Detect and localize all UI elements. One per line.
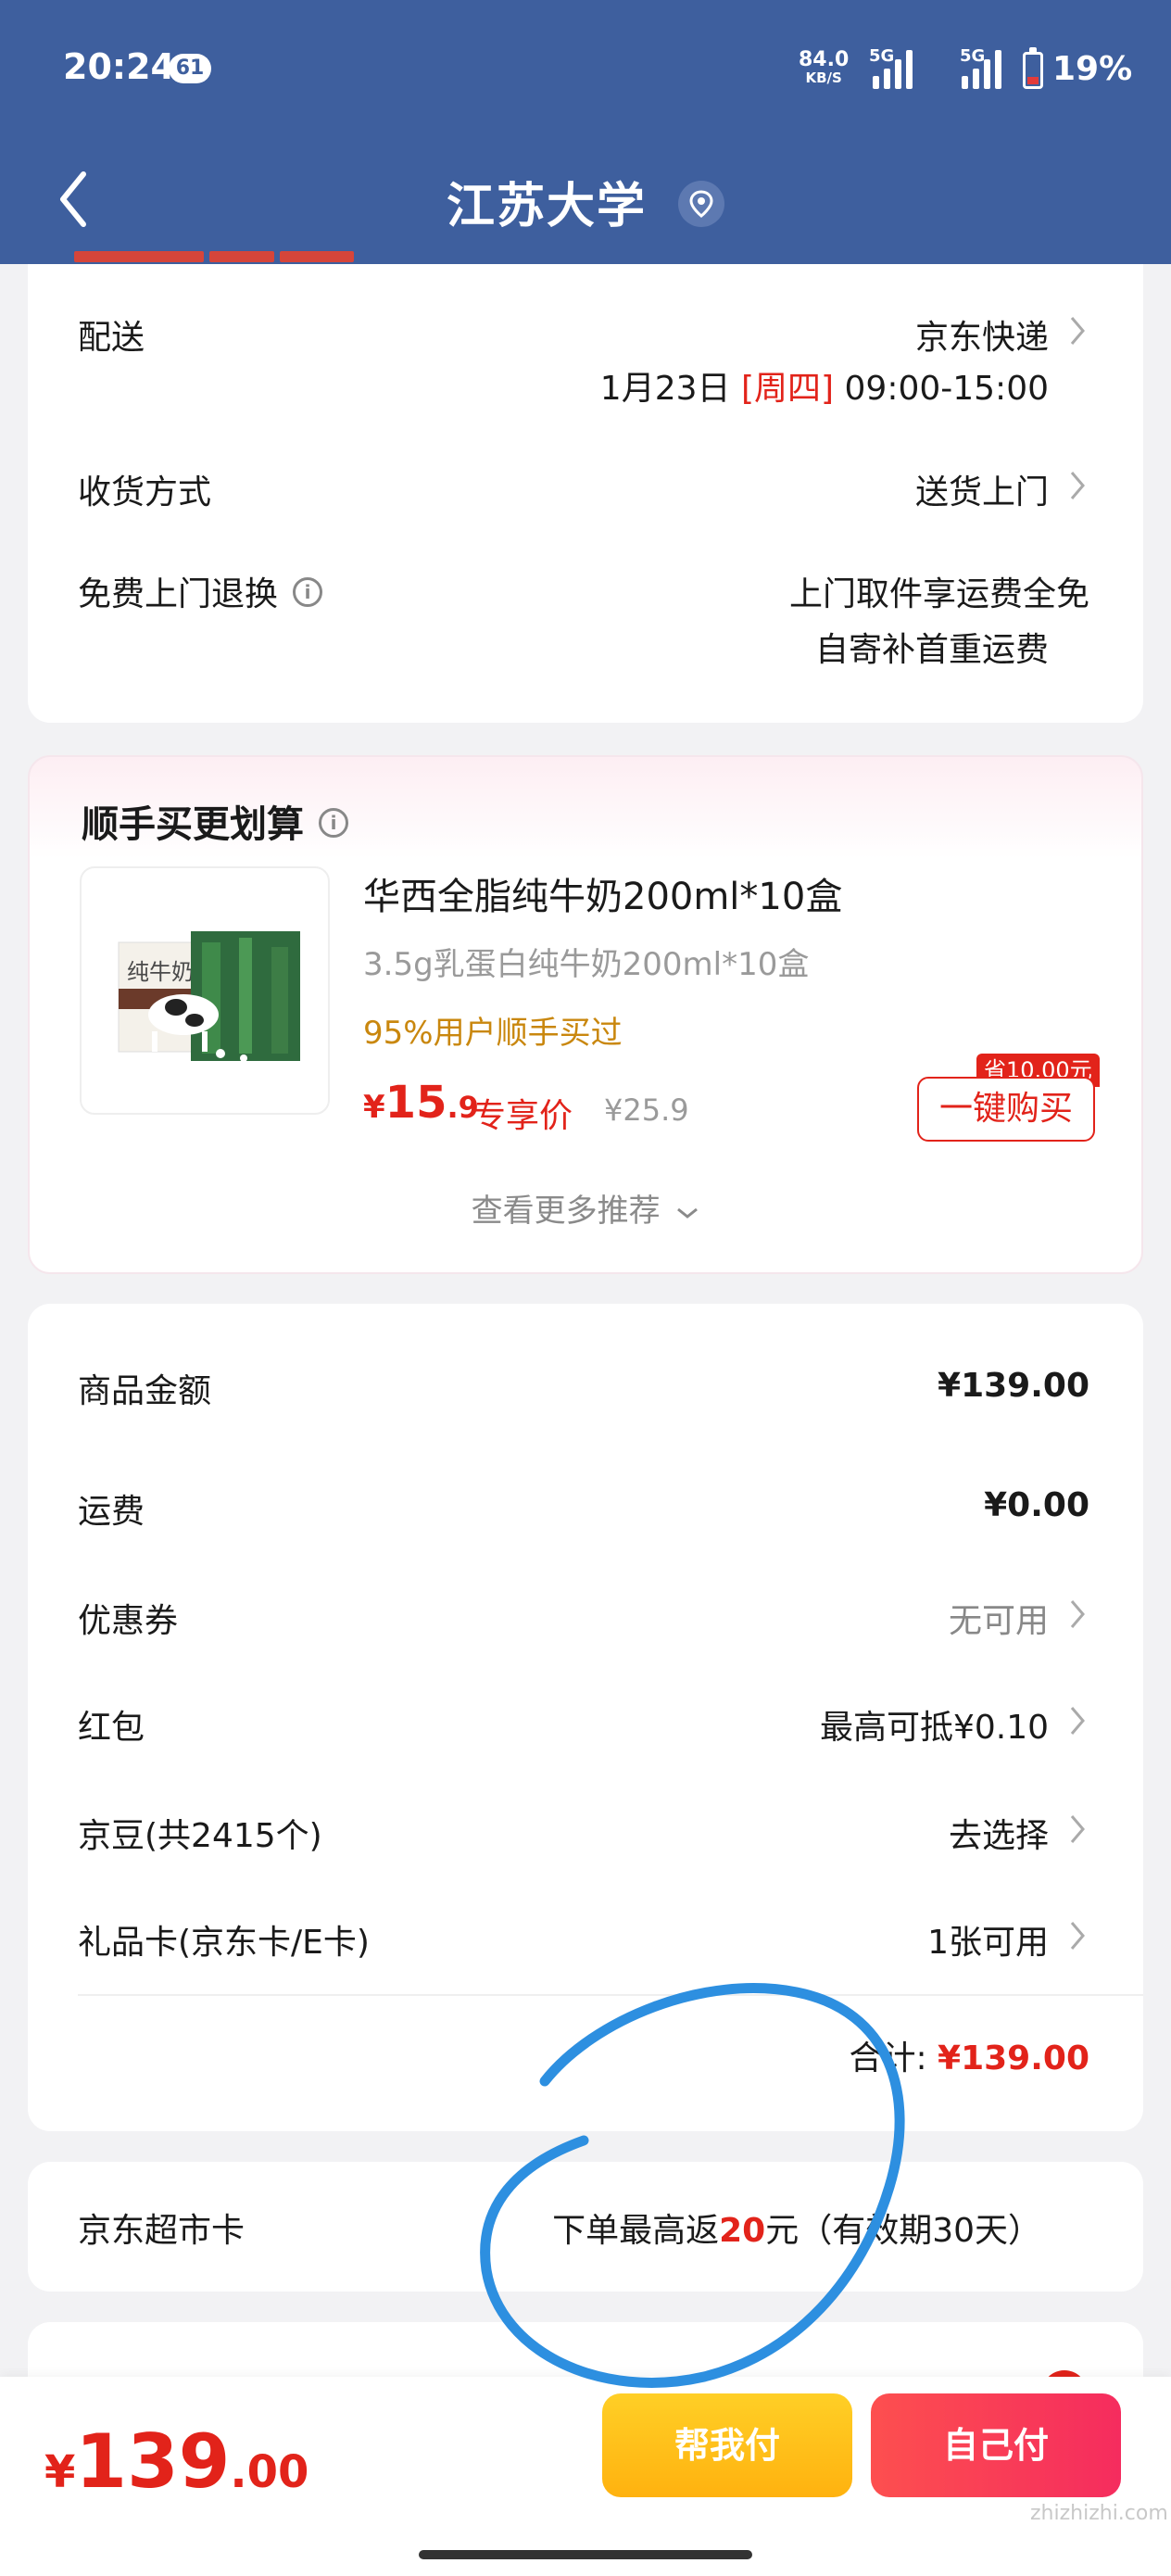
jingdou-value[interactable]: 去选择 [949, 1809, 1049, 1857]
coupon-label: 优惠券 [78, 1602, 179, 1640]
see-more-text: 查看更多推荐 [471, 1193, 661, 1230]
red-packet-value[interactable]: 最高可抵¥0.10 [820, 1700, 1049, 1749]
delivery-card: 配送 京东快递 1月23日 [周四] 09:00-15:00 收货方式 送货上门… [28, 241, 1143, 723]
location-pin-icon[interactable] [678, 181, 725, 227]
net-speed-unit: KB/S [805, 69, 842, 86]
delivery-date: 1月23日 [周四] 09:00-15:00 [600, 361, 1049, 410]
price-currency: ¥ [363, 1089, 385, 1126]
product-price: ¥15.9 [363, 1077, 479, 1129]
pay-myself-button[interactable]: 自己付 [871, 2393, 1121, 2497]
status-bar: 20:24 61 84.0 KB/S 5G 5G 19% [0, 0, 1171, 139]
help-me-pay-button[interactable]: 帮我付 [602, 2393, 852, 2497]
amounts-card: 商品金额 ¥139.00 运费 ¥0.00 优惠券 无可用 红包 最高可抵¥0.… [28, 1304, 1143, 2131]
recommend-title: 顺手买更划算 i [82, 794, 348, 848]
battery-icon [1023, 47, 1043, 89]
one-click-buy-button[interactable]: 一键购买 [917, 1077, 1095, 1142]
jingdou-label: 京豆(共2415个) [78, 1817, 322, 1855]
supermarket-card[interactable]: 京东超市卡 下单最高返20元（有效期30天） [28, 2162, 1143, 2292]
battery-percent: 19% [1052, 50, 1133, 88]
sum-row: 合计: ¥139.00 [849, 2031, 1089, 2079]
net-speed-value: 84.0 [799, 48, 850, 71]
delivery-date-time: 09:00-15:00 [844, 370, 1049, 408]
price-integer: 15 [384, 1077, 447, 1129]
status-time: 20:24 [63, 46, 175, 87]
receive-method-value[interactable]: 送货上门 [915, 465, 1049, 513]
signal-1-icon: 5G [869, 46, 925, 89]
freight-label: 运费 [78, 1493, 145, 1531]
chevron-right-icon[interactable] [1069, 1920, 1086, 1951]
chevron-right-icon[interactable] [1069, 315, 1086, 347]
free-return-label: 免费上门退换 [78, 575, 279, 613]
network-speed: 84.0 KB/S [799, 48, 850, 86]
sum-value: ¥139.00 [938, 2039, 1089, 2077]
freight-value: ¥0.00 [984, 1486, 1089, 1524]
free-return-line1: 上门取件享运费全免 [788, 575, 1089, 613]
divider [78, 1994, 1143, 1996]
receive-method-label: 收货方式 [78, 474, 212, 511]
recommend-card: 顺手买更划算 i 纯牛奶 华西全脂纯牛奶200ml*10盒 3.5g乳蛋白纯牛奶2… [28, 755, 1143, 1274]
supermarket-card-label: 京东超市卡 [78, 2212, 246, 2250]
product-name[interactable]: 华西全脂纯牛奶200ml*10盒 [363, 866, 842, 920]
exclusive-price-label: 专享价 [472, 1097, 573, 1135]
info-icon[interactable]: i [293, 577, 323, 607]
notification-badge: 61 [169, 54, 211, 83]
home-indicator[interactable] [419, 2550, 752, 2559]
top-bar: 20:24 61 84.0 KB/S 5G 5G 19% 江苏大学 [0, 0, 1171, 264]
signal-2-label: 5G [960, 46, 986, 66]
total-currency: ¥ [44, 2446, 76, 2498]
goods-amount-label: 商品金额 [78, 1372, 212, 1410]
red-packet-label: 红包 [78, 1709, 145, 1747]
chevron-down-icon [677, 1207, 699, 1219]
rebate-prefix: 下单最高返 [552, 2212, 720, 2250]
delivery-date-weekday: [周四] [740, 370, 835, 408]
coupon-value[interactable]: 无可用 [949, 1594, 1049, 1642]
total-price: ¥139.00 [44, 2418, 308, 2505]
product-box-label: 纯牛奶 [127, 959, 194, 985]
chevron-right-icon[interactable] [1069, 1813, 1086, 1845]
signal-2-icon: 5G [952, 46, 1010, 89]
info-icon[interactable]: i [319, 808, 348, 838]
gift-card-value[interactable]: 1张可用 [927, 1915, 1049, 1964]
page-title[interactable]: 江苏大学 [0, 167, 1171, 236]
bottom-bar: ¥139.00 帮我付 自己付 [0, 2377, 1171, 2576]
signal-1-label: 5G [869, 46, 895, 66]
sum-label: 合计: [849, 2039, 927, 2077]
free-return-label-wrap: 免费上门退换 i [78, 567, 323, 615]
shipping-label: 配送 [78, 319, 145, 357]
chevron-right-icon[interactable] [1069, 1598, 1086, 1630]
gift-card-label: 礼品卡(京东卡/E卡) [78, 1924, 370, 1962]
watermark: zhizhizhi.com [1030, 2502, 1168, 2525]
original-price: ¥25.9 [604, 1092, 689, 1128]
rebate-suffix: 元（有效期30天） [765, 2212, 1041, 2250]
clipped-text-fragment [74, 248, 380, 262]
supermarket-card-value: 下单最高返20元（有效期30天） [552, 2203, 1041, 2252]
delivery-date-day: 1月23日 [599, 370, 731, 408]
recommend-title-text: 顺手买更划算 [82, 803, 304, 846]
total-decimal: .00 [230, 2446, 309, 2498]
product-thumbnail[interactable]: 纯牛奶 [80, 866, 330, 1115]
shipping-value[interactable]: 京东快递 [915, 310, 1049, 359]
total-integer: 139 [75, 2418, 231, 2505]
goods-amount-value: ¥139.00 [938, 1367, 1089, 1405]
chevron-right-icon[interactable] [1069, 470, 1086, 501]
rebate-amount: 20 [719, 2212, 766, 2250]
page-title-text: 江苏大学 [446, 179, 647, 234]
see-more-link[interactable]: 查看更多推荐 [30, 1185, 1141, 1231]
product-tag: 95%用户顺手买过 [363, 1015, 623, 1052]
product-subtitle: 3.5g乳蛋白纯牛奶200ml*10盒 [363, 946, 810, 983]
free-return-line2: 自寄补首重运费 [814, 631, 1049, 669]
chevron-right-icon[interactable] [1069, 1705, 1086, 1736]
